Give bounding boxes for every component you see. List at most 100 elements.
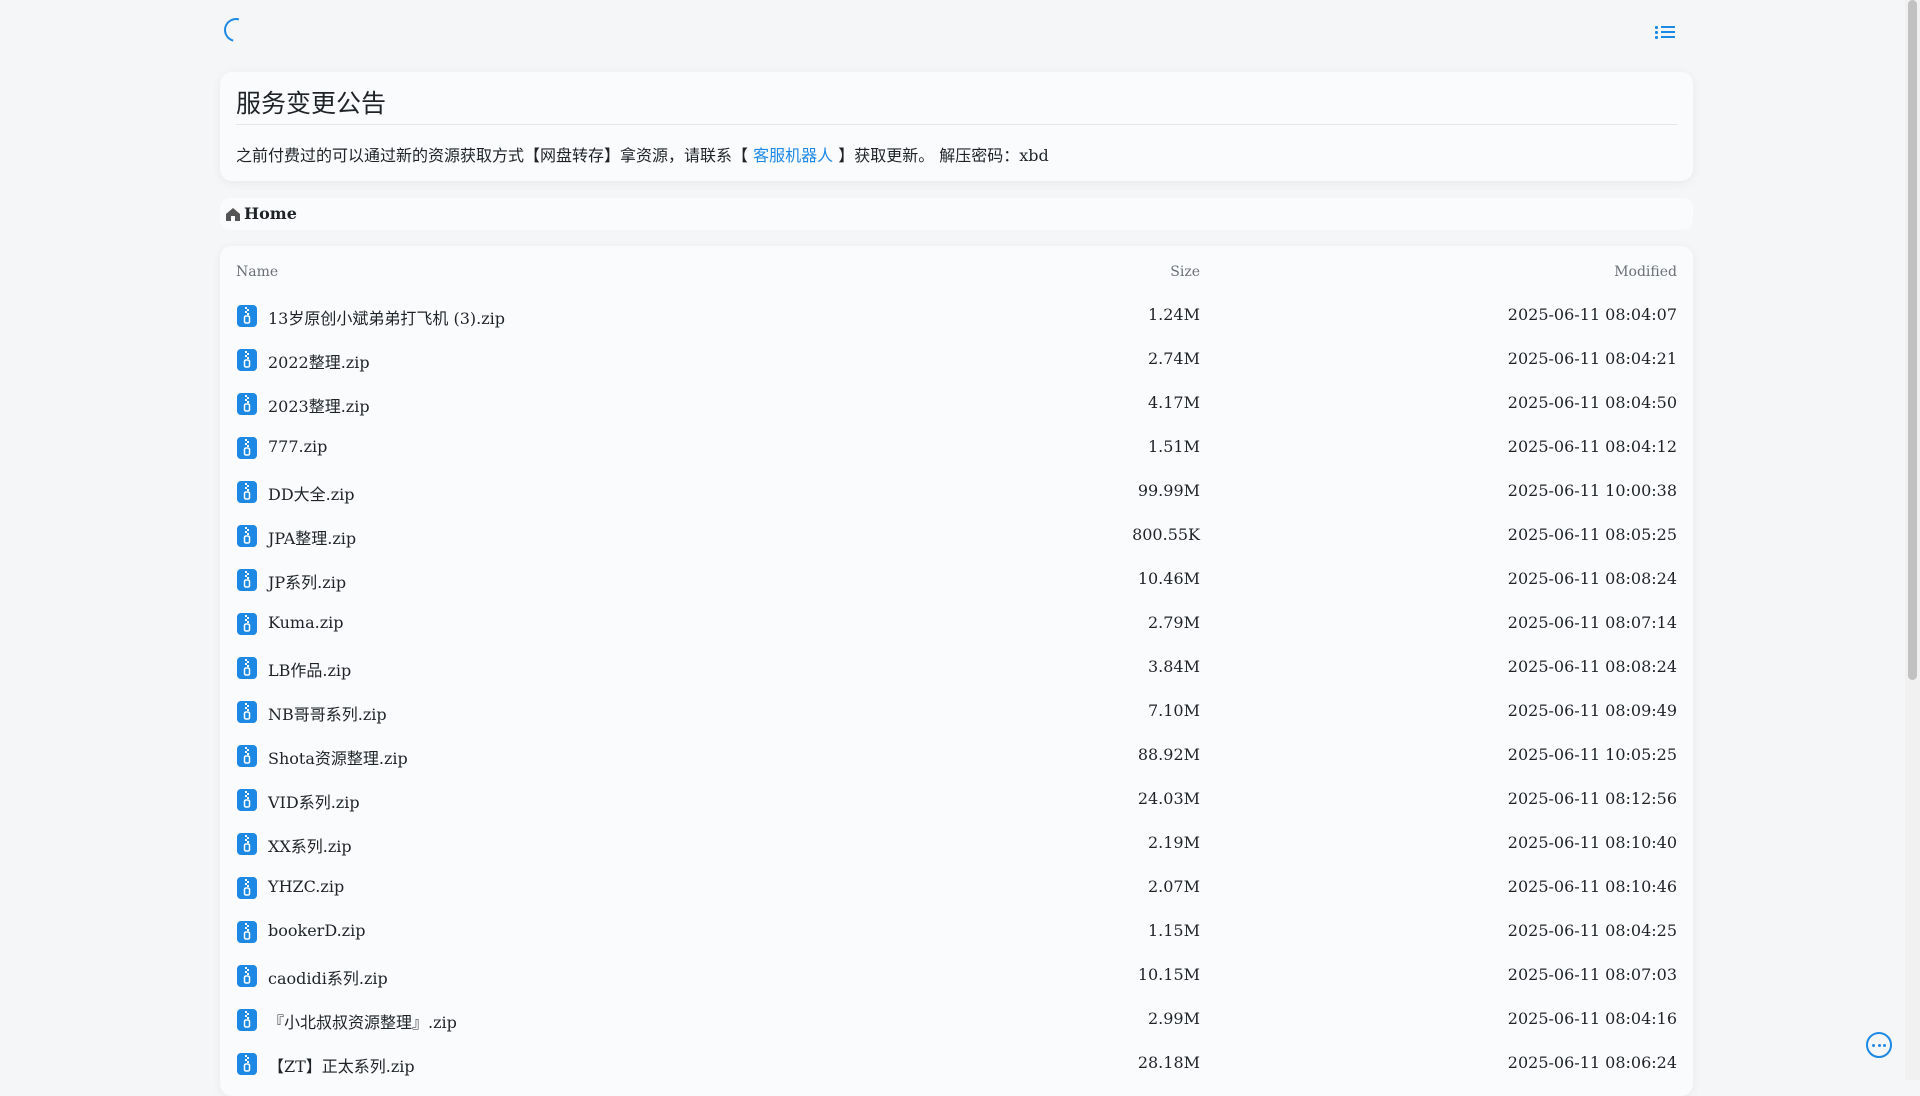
scrollbar-thumb[interactable] [1908, 0, 1917, 680]
file-name[interactable]: 13岁原创小斌弟弟打飞机 (3).zip [268, 305, 505, 329]
file-row[interactable]: 2023整理.zip 4.17M 2025-06-11 08:04:50 [220, 382, 1693, 426]
file-name[interactable]: DD大全.zip [268, 481, 355, 505]
zip-file-icon [237, 701, 257, 723]
file-modified: 2025-06-11 08:07:14 [1507, 613, 1677, 632]
column-header-size[interactable]: Size [1170, 264, 1200, 280]
file-size: 4.17M [1147, 393, 1200, 412]
file-modified: 2025-06-11 08:07:03 [1507, 965, 1677, 984]
zip-file-icon [237, 393, 257, 415]
zip-file-icon [237, 657, 257, 679]
file-name[interactable]: 【ZT】正太系列.zip [268, 1053, 415, 1077]
file-size: 1.24M [1147, 305, 1200, 324]
announcement-text: 之前付费过的可以通过新的资源获取方式【网盘转存】拿资源，请联系【 [236, 146, 754, 165]
file-list: Name Size Modified 13岁原创小斌弟弟打飞机 (3).zip 1… [220, 246, 1693, 1096]
zip-file-icon [237, 1053, 257, 1075]
announcement-card: 服务变更公告 之前付费过的可以通过新的资源获取方式【网盘转存】拿资源，请联系【 … [220, 72, 1693, 181]
file-size: 2.79M [1147, 613, 1200, 632]
file-modified: 2025-06-11 08:04:25 [1507, 921, 1677, 940]
zip-file-icon [237, 745, 257, 767]
file-row[interactable]: 777.zip 1.51M 2025-06-11 08:04:12 [220, 426, 1693, 470]
top-bar [219, 13, 1693, 62]
file-name[interactable]: 2023整理.zip [268, 393, 370, 417]
file-modified: 2025-06-11 08:06:24 [1507, 1053, 1677, 1072]
divider [236, 124, 1677, 125]
more-button[interactable] [1866, 1032, 1892, 1058]
file-name[interactable]: 777.zip [268, 437, 327, 456]
home-icon [226, 207, 240, 221]
file-name[interactable]: Shota资源整理.zip [268, 745, 408, 769]
zip-file-icon [237, 833, 257, 855]
file-modified: 2025-06-11 08:04:16 [1507, 1009, 1677, 1028]
file-row[interactable]: VID系列.zip 24.03M 2025-06-11 08:12:56 [220, 778, 1693, 822]
file-name[interactable]: XX系列.zip [268, 833, 352, 857]
file-row[interactable]: DD大全.zip 99.99M 2025-06-11 10:00:38 [220, 470, 1693, 514]
zip-file-icon [237, 437, 257, 459]
file-name[interactable]: bookerD.zip [268, 921, 365, 940]
loading-spinner-icon [219, 13, 253, 47]
file-name[interactable]: YHZC.zip [268, 877, 344, 896]
file-size: 10.46M [1137, 569, 1200, 588]
file-row[interactable]: JPA整理.zip 800.55K 2025-06-11 08:05:25 [220, 514, 1693, 558]
file-size: 2.07M [1147, 877, 1200, 896]
menu-button[interactable] [1651, 18, 1679, 46]
breadcrumb-label: Home [244, 204, 297, 223]
file-row[interactable]: Kuma.zip 2.79M 2025-06-11 08:07:14 [220, 602, 1693, 646]
file-size: 10.15M [1137, 965, 1200, 984]
file-modified: 2025-06-11 10:05:25 [1507, 745, 1677, 764]
announcement-text-end: 】获取更新。 解压密码：xbd [833, 146, 1049, 165]
file-size: 800.55K [1132, 525, 1200, 544]
file-name[interactable]: VID系列.zip [268, 789, 360, 813]
file-size: 99.99M [1137, 481, 1200, 500]
file-row[interactable]: 『小北叔叔资源整理』.zip 2.99M 2025-06-11 08:04:16 [220, 998, 1693, 1042]
file-row[interactable]: caodidi系列.zip 10.15M 2025-06-11 08:07:03 [220, 954, 1693, 998]
file-row[interactable]: Shota资源整理.zip 88.92M 2025-06-11 10:05:25 [220, 734, 1693, 778]
file-name[interactable]: 『小北叔叔资源整理』.zip [268, 1009, 457, 1033]
file-row[interactable]: JP系列.zip 10.46M 2025-06-11 08:08:24 [220, 558, 1693, 602]
file-row[interactable]: LB作品.zip 3.84M 2025-06-11 08:08:24 [220, 646, 1693, 690]
breadcrumb: Home [220, 198, 1693, 230]
file-modified: 2025-06-11 08:08:24 [1507, 657, 1677, 676]
file-modified: 2025-06-11 10:00:38 [1507, 481, 1677, 500]
zip-file-icon [237, 481, 257, 503]
file-name[interactable]: JPA整理.zip [268, 525, 356, 549]
file-rows: 13岁原创小斌弟弟打飞机 (3).zip 1.24M 2025-06-11 08:0… [220, 294, 1693, 1086]
announcement-body: 之前付费过的可以通过新的资源获取方式【网盘转存】拿资源，请联系【 客服机器人 】… [236, 142, 1049, 166]
file-name[interactable]: 2022整理.zip [268, 349, 370, 373]
zip-file-icon [237, 921, 257, 943]
file-modified: 2025-06-11 08:05:25 [1507, 525, 1677, 544]
file-row[interactable]: 2022整理.zip 2.74M 2025-06-11 08:04:21 [220, 338, 1693, 382]
file-row[interactable]: XX系列.zip 2.19M 2025-06-11 08:10:40 [220, 822, 1693, 866]
file-row[interactable]: bookerD.zip 1.15M 2025-06-11 08:04:25 [220, 910, 1693, 954]
file-modified: 2025-06-11 08:04:07 [1507, 305, 1677, 324]
file-size: 2.19M [1147, 833, 1200, 852]
file-modified: 2025-06-11 08:10:46 [1507, 877, 1677, 896]
file-row[interactable]: YHZC.zip 2.07M 2025-06-11 08:10:46 [220, 866, 1693, 910]
file-modified: 2025-06-11 08:12:56 [1507, 789, 1677, 808]
zip-file-icon [237, 349, 257, 371]
zip-file-icon [237, 789, 257, 811]
file-modified: 2025-06-11 08:04:21 [1507, 349, 1677, 368]
file-row[interactable]: 【ZT】正太系列.zip 28.18M 2025-06-11 08:06:24 [220, 1042, 1693, 1086]
zip-file-icon [237, 877, 257, 899]
file-size: 88.92M [1137, 745, 1200, 764]
column-header-name[interactable]: Name [236, 264, 278, 280]
file-name[interactable]: LB作品.zip [268, 657, 351, 681]
file-modified: 2025-06-11 08:09:49 [1507, 701, 1677, 720]
announcement-title: 服务变更公告 [236, 89, 387, 118]
file-row[interactable]: NB哥哥系列.zip 7.10M 2025-06-11 08:09:49 [220, 690, 1693, 734]
zip-file-icon [237, 613, 257, 635]
file-name[interactable]: Kuma.zip [268, 613, 344, 632]
file-size: 3.84M [1147, 657, 1200, 676]
file-size: 28.18M [1137, 1053, 1200, 1072]
zip-file-icon [237, 569, 257, 591]
file-size: 1.51M [1147, 437, 1200, 456]
support-bot-link[interactable]: 客服机器人 [753, 146, 833, 165]
file-name[interactable]: caodidi系列.zip [268, 965, 388, 989]
page-scrollbar[interactable] [1905, 0, 1920, 1080]
file-name[interactable]: JP系列.zip [268, 569, 346, 593]
breadcrumb-home[interactable]: Home [224, 204, 297, 223]
file-row[interactable]: 13岁原创小斌弟弟打飞机 (3).zip 1.24M 2025-06-11 08:0… [220, 294, 1693, 338]
file-name[interactable]: NB哥哥系列.zip [268, 701, 387, 725]
file-modified: 2025-06-11 08:08:24 [1507, 569, 1677, 588]
column-header-modified[interactable]: Modified [1614, 264, 1677, 280]
